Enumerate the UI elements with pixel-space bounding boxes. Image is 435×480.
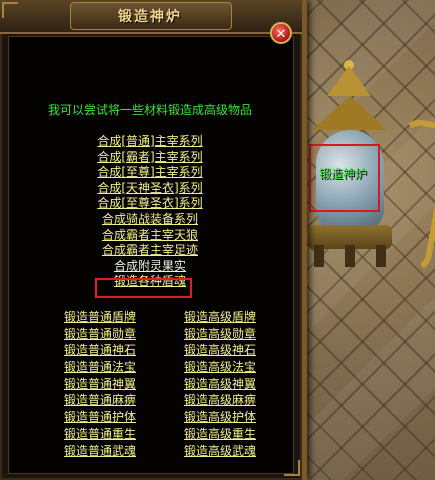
- menu-link-spirit-fruit[interactable]: 合成附灵果实: [8, 259, 292, 275]
- forge-advanced-wing[interactable]: 锻造高级神翼: [160, 377, 280, 393]
- forge-advanced-protection[interactable]: 锻造高级护体: [160, 410, 280, 426]
- forge-normal-warsoul[interactable]: 锻造普通武魂: [40, 444, 160, 460]
- forge-normal-rebirth[interactable]: 锻造普通重生: [40, 427, 160, 443]
- npc-intro-text: 我可以尝试将一些材料锻造成高级物品: [47, 103, 252, 117]
- furnace-roof-lower: [312, 96, 388, 130]
- forge-options-grid: 锻造普通盾牌 锻造高级盾牌 锻造普通勋章 锻造高级勋章 锻造普通神石 锻造高级神…: [40, 310, 280, 459]
- furnace-roof-top: [327, 66, 371, 96]
- menu-link-supreme-robe[interactable]: 合成[至尊圣衣]系列: [8, 196, 292, 212]
- forge-advanced-rebirth[interactable]: 锻造高级重生: [160, 427, 280, 443]
- forge-advanced-paralysis[interactable]: 锻造高级麻痹: [160, 393, 280, 409]
- selected-item-highlight: [95, 278, 192, 298]
- dialog-panel: 锻造神炉 ✕ 我可以尝试将一些材料锻造成高级物品 合成[普通]主宰系列 合成[霸…: [0, 0, 307, 480]
- synthesis-menu: 合成[普通]主宰系列 合成[霸者]主宰系列 合成[至尊]主宰系列 合成[天神圣衣…: [8, 134, 292, 290]
- forge-normal-godstone[interactable]: 锻造普通神石: [40, 343, 160, 359]
- menu-link-master-footprint[interactable]: 合成霸者主宰足迹: [8, 243, 292, 259]
- close-icon: ✕: [275, 27, 287, 42]
- menu-link-overlord-master[interactable]: 合成[霸者]主宰系列: [8, 150, 292, 166]
- forge-normal-protection[interactable]: 锻造普通护体: [40, 410, 160, 426]
- forge-normal-paralysis[interactable]: 锻造普通麻痹: [40, 393, 160, 409]
- menu-link-master-wolf[interactable]: 合成霸者主宰天狼: [8, 228, 292, 244]
- menu-link-mount-equipment[interactable]: 合成骑战装备系列: [8, 212, 292, 228]
- forge-advanced-shield[interactable]: 锻造高级盾牌: [160, 310, 280, 326]
- forge-normal-shield[interactable]: 锻造普通盾牌: [40, 310, 160, 326]
- forge-normal-wing[interactable]: 锻造普通神翼: [40, 377, 160, 393]
- furnace-leg: [345, 245, 355, 267]
- close-button[interactable]: ✕: [270, 22, 292, 44]
- furnace-leg: [314, 245, 324, 267]
- dialog-title: 锻造神炉: [118, 9, 182, 25]
- forge-advanced-medal[interactable]: 锻造高级勋章: [160, 327, 280, 343]
- menu-link-god-robe[interactable]: 合成[天神圣衣]系列: [8, 181, 292, 197]
- forge-advanced-treasure[interactable]: 锻造高级法宝: [160, 360, 280, 376]
- menu-link-normal-master[interactable]: 合成[普通]主宰系列: [8, 134, 292, 150]
- forge-normal-medal[interactable]: 锻造普通勋章: [40, 327, 160, 343]
- dialog-titlebar: 锻造神炉: [0, 0, 302, 34]
- menu-link-supreme-master[interactable]: 合成[至尊]主宰系列: [8, 165, 292, 181]
- forge-advanced-warsoul[interactable]: 锻造高级武魂: [160, 444, 280, 460]
- npc-name-label: 锻造神炉: [318, 167, 367, 181]
- panel-corner-ornament: [2, 2, 18, 18]
- forge-normal-treasure[interactable]: 锻造普通法宝: [40, 360, 160, 376]
- forge-advanced-godstone[interactable]: 锻造高级神石: [160, 343, 280, 359]
